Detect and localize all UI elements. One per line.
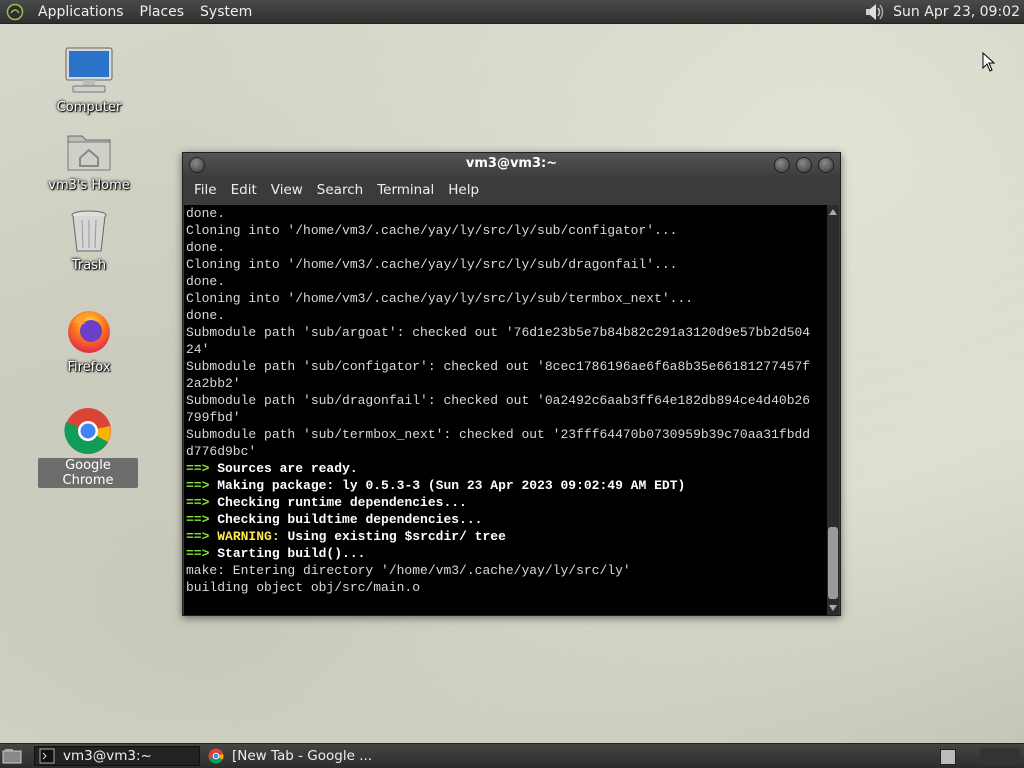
window-menu-button[interactable] [189, 157, 205, 173]
terminal-line: done. [186, 308, 226, 323]
build-text: Making package: ly 0.5.3-3 (Sun 23 Apr 2… [217, 478, 686, 493]
chrome-icon [208, 748, 224, 764]
build-text: Checking runtime dependencies... [217, 495, 467, 510]
terminal-line: 24' [186, 342, 210, 357]
terminal-line: done. [186, 240, 226, 255]
terminal-line: Cloning into '/home/vm3/.cache/yay/ly/sr… [186, 257, 678, 272]
menu-search[interactable]: Search [310, 177, 370, 203]
workspace-switcher-1[interactable] [940, 749, 956, 765]
firefox-icon [68, 311, 110, 353]
desktop-icon-trash[interactable]: Trash [39, 208, 139, 273]
desktop-icon-home[interactable]: vm3's Home [39, 128, 139, 193]
trash-icon [71, 210, 107, 252]
terminal-line: done. [186, 274, 226, 289]
build-arrow: ==> [186, 546, 210, 561]
window-titlebar[interactable]: vm3@vm3:~ [183, 153, 840, 177]
terminal-line: Cloning into '/home/vm3/.cache/yay/ly/sr… [186, 291, 694, 306]
taskbar-item-label: [New Tab - Google ... [232, 748, 373, 764]
close-button[interactable] [818, 157, 834, 173]
window-menubar: File Edit View Search Terminal Help [183, 177, 840, 203]
home-folder-icon [67, 135, 111, 171]
build-line: ==> Checking buildtime dependencies... [186, 511, 827, 528]
build-arrow: ==> [186, 529, 210, 544]
terminal-line: make: Entering directory '/home/vm3/.cac… [186, 563, 631, 578]
terminal-line: 2a2bb2' [186, 376, 241, 391]
build-arrow: ==> [186, 512, 210, 527]
desktop-icon-label: Trash [71, 258, 107, 273]
build-line: ==> Starting build()... [186, 545, 827, 562]
chrome-icon [64, 408, 111, 454]
terminal-line: Cloning into '/home/vm3/.cache/yay/ly/sr… [186, 223, 678, 238]
terminal-line: Submodule path 'sub/termbox_next': check… [186, 427, 811, 442]
desktop-icon-label: Computer [56, 100, 122, 115]
build-line: ==> WARNING: Using existing $srcdir/ tre… [186, 528, 827, 545]
terminal-line: Submodule path 'sub/dragonfail': checked… [186, 393, 811, 408]
gnome-foot-icon[interactable] [6, 3, 24, 21]
volume-icon[interactable] [863, 2, 885, 22]
build-arrow: ==> [186, 461, 210, 476]
menu-applications[interactable]: Applications [30, 0, 132, 24]
build-line: ==> Sources are ready. [186, 460, 827, 477]
scroll-down-arrow-icon[interactable] [829, 605, 837, 611]
computer-icon [65, 47, 113, 93]
top-panel: Applications Places System Sun Apr 23, 0… [0, 0, 1024, 24]
build-line: ==> Checking runtime dependencies... [186, 494, 827, 511]
terminal-line: Submodule path 'sub/configator': checked… [186, 359, 811, 374]
desktop-icon-firefox[interactable]: Firefox [39, 308, 139, 375]
maximize-button[interactable] [796, 157, 812, 173]
build-text: Checking buildtime dependencies... [217, 512, 483, 527]
build-text: Starting build()... [217, 546, 366, 561]
terminal-window[interactable]: vm3@vm3:~ File Edit View Search Terminal… [182, 152, 841, 616]
terminal-line: 799fbd' [186, 410, 241, 425]
taskbar-item-terminal[interactable]: vm3@vm3:~ [34, 746, 200, 766]
terminal-icon [39, 748, 55, 764]
show-desktop-icon[interactable] [2, 748, 22, 764]
menu-terminal[interactable]: Terminal [370, 177, 441, 203]
build-text: Using existing $srcdir/ tree [287, 529, 506, 544]
build-text: Sources are ready. [217, 461, 358, 476]
menu-view[interactable]: View [264, 177, 310, 203]
terminal-scrollbar[interactable] [827, 205, 839, 615]
menu-file[interactable]: File [187, 177, 224, 203]
menu-places[interactable]: Places [132, 0, 193, 24]
terminal-line: done. [186, 206, 226, 221]
menu-edit[interactable]: Edit [224, 177, 264, 203]
desktop-icon-label: vm3's Home [48, 178, 130, 193]
clock[interactable]: Sun Apr 23, 09:02 [893, 4, 1024, 20]
terminal-line: building object obj/src/main.o [186, 580, 421, 595]
desktop-icon-computer[interactable]: Computer [39, 46, 139, 115]
build-line: ==> Making package: ly 0.5.3-3 (Sun 23 A… [186, 477, 827, 494]
build-arrow: ==> [186, 478, 210, 493]
terminal-output[interactable]: done. Cloning into '/home/vm3/.cache/yay… [184, 205, 827, 615]
build-arrow: ==> [186, 495, 210, 510]
desktop-icon-label: Firefox [67, 360, 111, 375]
taskbar-item-chrome[interactable]: [New Tab - Google ... [204, 746, 404, 766]
bottom-panel: vm3@vm3:~ [New Tab - Google ... [0, 743, 1024, 768]
terminal-line: d776d9bc' [186, 444, 257, 459]
mouse-cursor-icon [982, 52, 996, 72]
menu-system[interactable]: System [192, 0, 260, 24]
scrollbar-thumb[interactable] [828, 527, 838, 599]
taskbar-item-label: vm3@vm3:~ [63, 748, 152, 764]
desktop-icon-chrome[interactable]: Google Chrome [38, 406, 138, 488]
desktop-icon-label: Google Chrome [38, 458, 138, 488]
minimize-button[interactable] [774, 157, 790, 173]
build-warning-prefix: WARNING: [217, 529, 280, 544]
window-title: vm3@vm3:~ [465, 156, 558, 171]
scroll-up-arrow-icon[interactable] [829, 209, 837, 215]
menu-help[interactable]: Help [441, 177, 486, 203]
workspace-switcher-2[interactable] [980, 748, 1020, 765]
terminal-line: Submodule path 'sub/argoat': checked out… [186, 325, 811, 340]
